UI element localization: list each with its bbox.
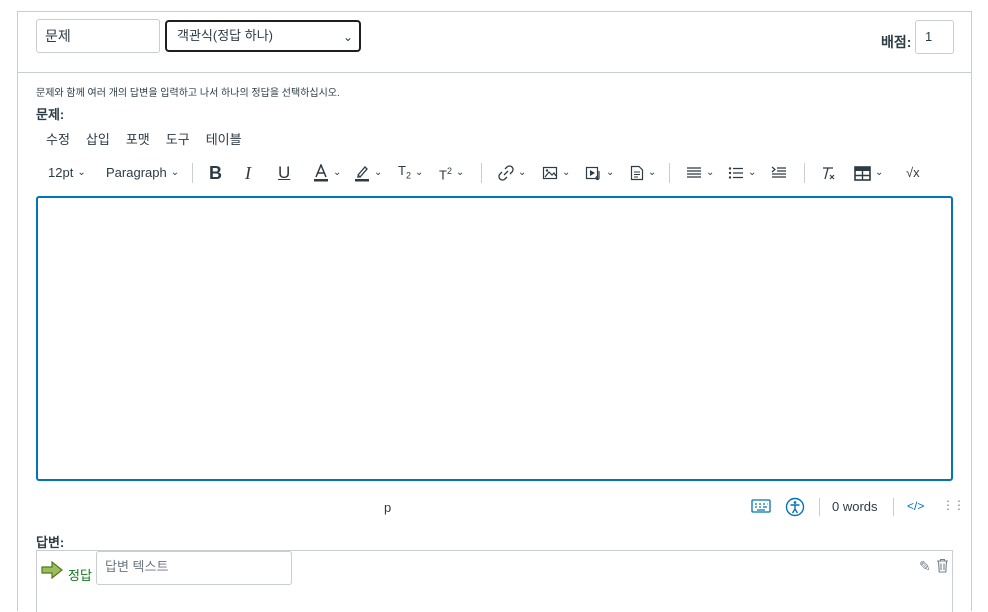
accessibility-checker-icon[interactable] — [785, 497, 805, 520]
toolbar-divider — [804, 163, 805, 183]
highlighter-icon — [355, 166, 369, 182]
chevron-down-icon: ⌄ — [606, 167, 615, 178]
font-size-select[interactable]: 12pt ⌄ — [48, 160, 86, 186]
editor-statusbar: p 0 words </> ⋮⋮ — [36, 496, 965, 520]
html-editor-toggle[interactable]: </> — [907, 499, 924, 513]
pencil-icon[interactable]: ✎ — [919, 558, 931, 575]
toolbar-divider — [481, 163, 482, 183]
chevron-down-icon: ⌄ — [170, 167, 180, 178]
clear-formatting-icon — [823, 167, 835, 180]
menu-tools[interactable]: 도구 — [166, 129, 190, 148]
align-button[interactable]: ⌄ — [686, 160, 714, 186]
menu-insert[interactable]: 삽입 — [86, 129, 110, 148]
chevron-down-icon: ⌄ — [562, 167, 571, 178]
editor-toolbar: 12pt ⌄ Paragraph ⌄ B I U ⌄ ⌄ T2 ⌄ T2 ⌄ ⌄… — [36, 160, 956, 186]
italic-icon[interactable]: I — [245, 160, 251, 186]
clear-formatting-button[interactable] — [820, 160, 836, 186]
keyboard-shortcuts-icon[interactable] — [751, 498, 771, 517]
correct-answer-label[interactable]: 정답 — [68, 565, 92, 584]
menu-table[interactable]: 테이블 — [206, 129, 242, 148]
list-button[interactable]: ⌄ — [728, 160, 756, 186]
document-button[interactable]: ⌄ — [630, 160, 656, 186]
correct-answer-arrow-icon[interactable] — [41, 560, 63, 584]
text-color-button[interactable]: ⌄ — [313, 160, 341, 186]
link-button[interactable]: ⌄ — [498, 160, 526, 186]
image-button[interactable]: ⌄ — [542, 160, 570, 186]
table-icon — [854, 165, 871, 181]
points-input[interactable]: 1 — [915, 20, 954, 54]
subscript-icon: T2 — [398, 162, 411, 181]
answers-label: 답변: — [36, 535, 65, 550]
statusbar-divider — [819, 498, 820, 516]
chevron-down-icon: ⌄ — [518, 167, 527, 178]
points-label: 배점: — [881, 34, 912, 50]
link-icon — [498, 165, 514, 181]
question-instructions: 문제와 함께 여러 개의 답변을 입력하고 나서 하나의 정답을 선택하십시오. — [36, 88, 340, 99]
toolbar-divider — [669, 163, 670, 183]
highlight-color-button[interactable]: ⌄ — [354, 160, 382, 186]
question-type-select[interactable]: 객관식(정답 하나) ⌄ — [165, 20, 361, 52]
block-format-value: Paragraph — [106, 165, 167, 180]
media-icon — [585, 166, 600, 181]
media-button[interactable]: ⌄ — [585, 160, 614, 186]
question-header: 문제 객관식(정답 하나) ⌄ 배점: 1 — [18, 12, 971, 73]
chevron-down-icon: ⌄ — [648, 167, 657, 178]
chevron-down-icon: ⌄ — [374, 167, 383, 178]
underline-icon[interactable]: U — [278, 160, 290, 186]
indent-button[interactable] — [771, 160, 787, 186]
question-type-value: 객관식(정답 하나) — [177, 28, 273, 43]
trash-icon[interactable] — [936, 558, 949, 576]
element-path[interactable]: p — [384, 500, 391, 515]
answer-row: 정답 답변 텍스트 ✎ — [36, 550, 953, 612]
align-left-icon — [687, 167, 701, 178]
menu-edit[interactable]: 수정 — [46, 129, 70, 148]
superscript-button[interactable]: T2 ⌄ — [439, 160, 464, 186]
word-count[interactable]: 0 words — [832, 499, 878, 514]
document-icon — [630, 165, 644, 181]
chevron-down-icon: ⌄ — [333, 167, 342, 178]
bullet-list-icon — [728, 167, 743, 179]
chevron-down-icon: ⌄ — [748, 167, 757, 178]
question-name-input[interactable]: 문제 — [36, 19, 160, 53]
rich-text-editor-area[interactable] — [36, 196, 953, 481]
image-icon — [542, 166, 558, 180]
block-format-select[interactable]: Paragraph ⌄ — [106, 160, 179, 186]
question-label: 문제: — [36, 107, 65, 122]
statusbar-divider — [893, 498, 894, 516]
subscript-button[interactable]: T2 ⌄ — [398, 160, 423, 186]
answer-text-input[interactable]: 답변 텍스트 — [96, 551, 292, 585]
question-form: 문제 객관식(정답 하나) ⌄ 배점: 1 문제와 함께 여러 개의 답변을 입… — [17, 11, 972, 612]
text-color-icon — [314, 164, 328, 182]
bold-icon[interactable]: B — [209, 160, 222, 186]
chevron-down-icon: ⌄ — [455, 167, 465, 178]
editor-menubar: 수정 삽입 포맷 도구 테이블 — [46, 129, 242, 148]
toolbar-divider — [192, 163, 193, 183]
chevron-down-icon: ⌄ — [77, 167, 86, 178]
font-size-value: 12pt — [48, 165, 74, 180]
chevron-down-icon: ⌄ — [414, 167, 424, 178]
chevron-down-icon: ⌄ — [342, 30, 353, 44]
resize-grip-icon[interactable]: ⋮⋮ — [942, 498, 965, 512]
menu-format[interactable]: 포맷 — [126, 129, 150, 148]
math-equation-icon[interactable]: √x — [906, 160, 920, 186]
superscript-icon: T2 — [439, 165, 452, 183]
chevron-down-icon: ⌄ — [875, 167, 884, 178]
indent-icon — [771, 166, 786, 178]
chevron-down-icon: ⌄ — [706, 167, 715, 178]
table-button[interactable]: ⌄ — [854, 160, 883, 186]
